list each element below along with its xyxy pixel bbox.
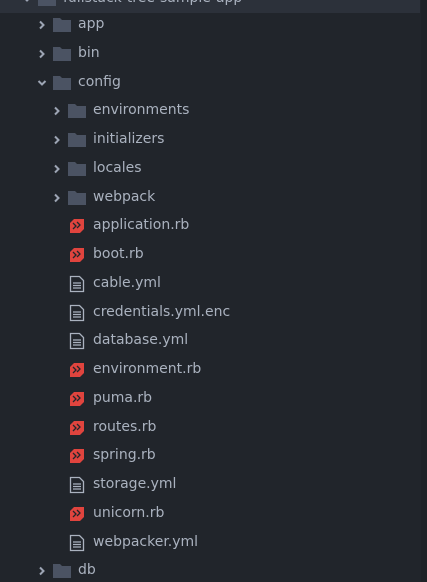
chevron-right-icon (37, 20, 47, 30)
tree-item-label: application.rb (93, 217, 190, 233)
tree-item-label: bin (78, 45, 100, 61)
chevron-right-icon (52, 164, 62, 174)
folder-icon (53, 16, 71, 34)
chevron-right-icon (52, 135, 62, 145)
tree-item-environment-rb[interactable]: environment.rb (0, 355, 420, 384)
tree-item-cable-yml[interactable]: cable.yml (0, 269, 420, 298)
tree-item-label: puma.rb (93, 390, 153, 406)
folder-icon (68, 160, 86, 178)
ruby-icon (68, 505, 86, 523)
tree-item-bin[interactable]: bin (0, 39, 420, 68)
ruby-icon (68, 361, 86, 379)
tree-item-spring-rb[interactable]: spring.rb (0, 441, 420, 470)
file-tree: fullstack-tree-sample-app app bin config (0, 0, 427, 582)
folder-icon (53, 45, 71, 63)
tree-item-storage-yml[interactable]: storage.yml (0, 470, 420, 499)
tree-item-label: environment.rb (93, 361, 202, 377)
folder-icon (53, 562, 71, 580)
tree-item-label: routes.rb (93, 419, 157, 435)
chevron-right-icon (52, 106, 62, 116)
chevron-right-icon (52, 193, 62, 203)
tree-item-label: credentials.yml.enc (93, 304, 231, 320)
tree-item-label: storage.yml (93, 476, 177, 492)
tree-item-boot-rb[interactable]: boot.rb (0, 240, 420, 269)
tree-item-locales[interactable]: locales (0, 154, 420, 183)
folder-icon (38, 0, 56, 8)
chevron-right-icon (37, 49, 47, 59)
chevron-down-icon (22, 0, 32, 4)
tree-item-label: config (78, 74, 121, 90)
ruby-icon (68, 419, 86, 437)
folder-icon (68, 189, 86, 207)
tree-item-label: webpacker.yml (93, 534, 199, 550)
chevron-down-icon (37, 78, 47, 88)
folder-icon (68, 102, 86, 120)
tree-item-label: database.yml (93, 332, 189, 348)
folder-icon (68, 131, 86, 149)
scrollbar[interactable] (421, 0, 427, 582)
tree-item-app[interactable]: app (0, 10, 420, 39)
tree-item-puma-rb[interactable]: puma.rb (0, 384, 420, 413)
tree-item-credentials-yml-enc[interactable]: credentials.yml.enc (0, 298, 420, 327)
tree-item-label: webpack (93, 189, 156, 205)
tree-item-unicorn-rb[interactable]: unicorn.rb (0, 499, 420, 528)
tree-item-webpacker-yml[interactable]: webpacker.yml (0, 528, 420, 557)
tree-item-environments[interactable]: environments (0, 96, 420, 125)
chevron-right-icon (37, 566, 47, 576)
tree-item-label: cable.yml (93, 275, 161, 291)
ruby-icon (68, 447, 86, 465)
tree-item-config[interactable]: config (0, 68, 420, 97)
file-text-icon (68, 275, 86, 293)
tree-item-label: boot.rb (93, 246, 144, 262)
ruby-icon (68, 390, 86, 408)
tree-item-initializers[interactable]: initializers (0, 125, 420, 154)
tree-item-database-yml[interactable]: database.yml (0, 326, 420, 355)
tree-item-label: app (78, 16, 105, 32)
ruby-icon (68, 217, 86, 235)
tree-item-label: locales (93, 160, 142, 176)
tree-item-label: db (78, 562, 96, 578)
tree-item-label: environments (93, 102, 190, 118)
tree-item-label: spring.rb (93, 447, 156, 463)
tree-item-webpack[interactable]: webpack (0, 183, 420, 212)
tree-item-label: unicorn.rb (93, 505, 165, 521)
file-text-icon (68, 304, 86, 322)
tree-item-application-rb[interactable]: application.rb (0, 211, 420, 240)
file-text-icon (68, 534, 86, 552)
file-text-icon (68, 476, 86, 494)
tree-item-routes-rb[interactable]: routes.rb (0, 413, 420, 442)
folder-icon (53, 74, 71, 92)
ruby-icon (68, 246, 86, 264)
file-text-icon (68, 332, 86, 350)
tree-item-label: initializers (93, 131, 165, 147)
tree-item-db[interactable]: db (0, 556, 420, 582)
